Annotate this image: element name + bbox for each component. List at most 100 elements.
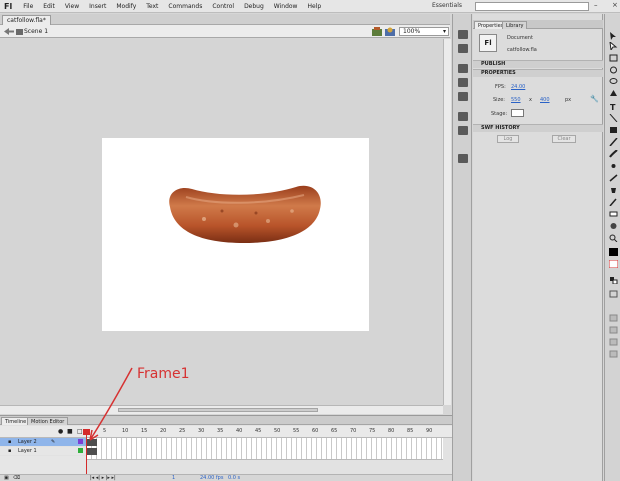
pencil-tool-icon[interactable]: [609, 138, 618, 146]
clear-button[interactable]: Clear: [552, 135, 576, 143]
menu-debug[interactable]: Debug: [239, 3, 269, 10]
edit-symbol-icon[interactable]: [385, 27, 395, 36]
menu-file[interactable]: File: [18, 3, 38, 10]
swatches-panel-icon[interactable]: [458, 44, 468, 53]
menu-control[interactable]: Control: [207, 3, 239, 10]
fps-label: FPS:: [495, 84, 506, 90]
size-separator: x: [529, 97, 532, 103]
align-panel-icon[interactable]: [458, 64, 468, 73]
snap-icon[interactable]: [609, 290, 618, 298]
width-value[interactable]: 550: [511, 97, 521, 103]
log-button[interactable]: Log: [497, 135, 519, 143]
help-search-input[interactable]: [475, 2, 589, 11]
menu-view[interactable]: View: [60, 3, 84, 10]
3d-rotation-icon[interactable]: [609, 66, 618, 74]
menu-text[interactable]: Text: [141, 3, 163, 10]
horizontal-scrollbar-thumb[interactable]: [118, 408, 318, 412]
fps-value[interactable]: 24.00: [511, 84, 525, 90]
timeline-ruler[interactable]: ● ■ □ 5 10 15 20 25 30 35 40 45 50 55 60…: [0, 426, 452, 438]
transform-panel-icon[interactable]: [458, 92, 468, 101]
menu-help[interactable]: Help: [302, 3, 326, 10]
app-logo: Fl: [4, 1, 13, 11]
menu-edit[interactable]: Edit: [38, 3, 60, 10]
zoom-tool-icon[interactable]: [609, 234, 618, 242]
eraser-icon[interactable]: [609, 210, 618, 218]
sausage-image[interactable]: [164, 183, 324, 248]
doc-type-label: Document: [507, 35, 533, 41]
menu-window[interactable]: Window: [269, 3, 303, 10]
back-arrow-icon[interactable]: [4, 28, 14, 35]
fill-color-icon[interactable]: [609, 260, 618, 268]
eye-icon[interactable]: ●: [58, 428, 63, 435]
text-tool-icon[interactable]: T: [609, 102, 618, 110]
code-snippets-icon[interactable]: [458, 112, 468, 121]
lasso-tool-icon[interactable]: [609, 78, 618, 86]
scene-clapper-icon: [16, 29, 23, 35]
pen-tool-icon[interactable]: [609, 90, 618, 98]
section-publish[interactable]: PUBLISH: [473, 60, 603, 68]
tool-option-icon[interactable]: [609, 326, 618, 334]
size-label: Size:: [493, 97, 505, 103]
bone-tool-icon[interactable]: [609, 174, 618, 182]
current-frame[interactable]: 1: [172, 475, 175, 481]
brush-tool-icon[interactable]: [609, 150, 618, 158]
properties-tabs: Properties Library: [473, 20, 603, 29]
stage[interactable]: [102, 138, 369, 331]
layer-row-layer-2[interactable]: ▪ Layer 2 ✎: [0, 438, 87, 446]
workspace-switcher[interactable]: Essentials: [432, 2, 462, 9]
lock-icon[interactable]: ■: [67, 428, 73, 435]
playback-controls[interactable]: |◂ ◂| ▸ |▸ ▸|: [90, 475, 116, 481]
close-icon[interactable]: ×: [612, 1, 618, 9]
section-swf-history[interactable]: SWF HISTORY: [473, 124, 603, 132]
swap-colors-icon[interactable]: [609, 276, 618, 284]
tab-motion-editor[interactable]: Motion Editor: [27, 417, 69, 425]
menu-insert[interactable]: Insert: [84, 3, 111, 10]
ruler-tick: 55: [293, 428, 300, 434]
free-transform-icon[interactable]: [609, 54, 618, 62]
vertical-scrollbar[interactable]: [443, 39, 451, 405]
annotation-arrow: [89, 367, 133, 441]
minimize-icon[interactable]: –: [594, 1, 598, 9]
document-tab[interactable]: catfollow.fla*: [2, 15, 51, 25]
tool-option-icon[interactable]: [609, 338, 618, 346]
stroke-color-icon[interactable]: [609, 248, 618, 256]
stage-color-swatch[interactable]: [511, 109, 524, 117]
line-tool-icon[interactable]: [609, 114, 618, 122]
color-panel-icon[interactable]: [458, 30, 468, 39]
ruler-tick: 65: [331, 428, 338, 434]
selection-tool-icon[interactable]: [609, 32, 618, 40]
ruler-tick: 40: [236, 428, 243, 434]
ruler-tick: 85: [407, 428, 414, 434]
eyedropper-icon[interactable]: [609, 198, 618, 206]
deco-tool-icon[interactable]: [609, 162, 618, 170]
paint-bucket-icon[interactable]: [609, 186, 618, 194]
delete-layer-icon[interactable]: ⌫: [13, 475, 20, 481]
ruler-tick: 50: [274, 428, 281, 434]
timeline-panel: Timeline Motion Editor ● ■ □ 5 10 15 20 …: [0, 415, 452, 481]
menu-modify[interactable]: Modify: [111, 3, 141, 10]
info-panel-icon[interactable]: [458, 78, 468, 87]
layer-row-layer-1[interactable]: ▪ Layer 1: [0, 447, 87, 455]
horizontal-scrollbar[interactable]: [0, 405, 443, 414]
section-properties[interactable]: PROPERTIES: [473, 69, 603, 77]
document-icon: Fl: [479, 34, 497, 52]
frame-rate[interactable]: 24.00 fps: [200, 475, 223, 481]
tab-timeline[interactable]: Timeline: [1, 417, 31, 425]
edit-scene-icon[interactable]: [372, 27, 382, 36]
hand-tool-icon[interactable]: [609, 222, 618, 230]
ruler-tick: 75: [369, 428, 376, 434]
tool-option-icon[interactable]: [609, 314, 618, 322]
wrench-icon[interactable]: 🔧: [590, 95, 599, 103]
rectangle-tool-icon[interactable]: [609, 126, 618, 134]
motion-presets-icon[interactable]: [458, 154, 468, 163]
tab-library[interactable]: Library: [502, 21, 528, 29]
height-value[interactable]: 400: [540, 97, 550, 103]
new-layer-icon[interactable]: ▣: [4, 475, 9, 481]
components-icon[interactable]: [458, 126, 468, 135]
subselection-tool-icon[interactable]: [609, 42, 618, 50]
frames-grid[interactable]: [87, 438, 443, 460]
menu-commands[interactable]: Commands: [163, 3, 207, 10]
tool-option-icon[interactable]: [609, 350, 618, 358]
zoom-select[interactable]: 100% ▾: [399, 27, 449, 36]
zoom-value: 100%: [403, 28, 421, 35]
